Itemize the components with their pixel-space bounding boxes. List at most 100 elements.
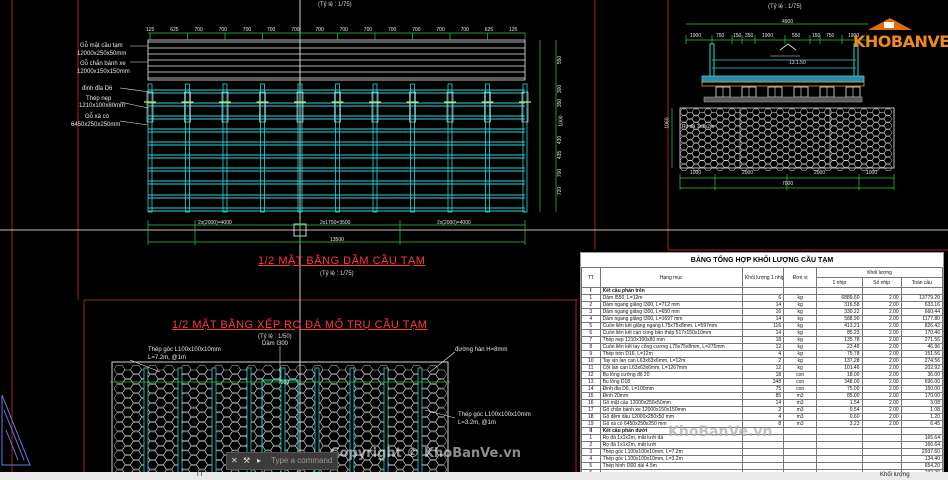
table-cell: 2.00 <box>861 399 902 407</box>
table-cell: 3 <box>581 308 601 316</box>
table-cell: 17 <box>581 406 601 414</box>
gabion-mesh-cell <box>883 122 893 130</box>
table-cell: 2.00 <box>861 378 902 386</box>
table-cell <box>861 427 902 435</box>
table-header-row: TT Hạng mục Khối lượng 1 nhịp Đơn vị Khố… <box>581 267 943 288</box>
command-line-bar[interactable]: ✕ ⚒ ▸ Type a command <box>226 452 338 470</box>
table-cell: 12 <box>741 364 785 372</box>
plan-top-dim-13: 700 <box>460 27 469 33</box>
col-tt: TT <box>581 267 601 288</box>
table-cell: 19 <box>581 420 601 428</box>
table-cell: 2.00 <box>861 371 902 379</box>
table-cell <box>783 462 818 470</box>
table-cell: 1.54 <box>816 399 863 407</box>
table-cell: 6 <box>581 329 601 337</box>
command-input[interactable]: Type a command <box>271 456 332 465</box>
plan-top-dim-9: 700 <box>363 27 373 33</box>
table-cell: 2.00 <box>861 308 902 316</box>
table-cell: 85.23 <box>816 329 863 337</box>
section-left-dim: 1060 <box>664 117 671 129</box>
table-cell: 116 <box>741 322 785 330</box>
plan-label-4: đinh đỉa D6 <box>82 86 113 92</box>
table-row: 12 Bu lông cường độ 20 18 con 18.00 2.00 36.00 <box>581 371 943 379</box>
quantity-summary-table: BẢNG TỔNG HỢP KHỐI LƯỢNG CẦU TẠM TT Hạng… <box>580 252 944 480</box>
table-cell: 18.00 <box>816 371 863 379</box>
table-cell: 3 <box>581 448 601 456</box>
gabion-mesh-cell <box>883 129 893 137</box>
table-cell: 85 <box>741 392 785 400</box>
bottom-table-strip: TT Khối lượng <box>0 472 948 480</box>
gabion-mesh-cell <box>883 108 893 116</box>
table-cell: 4 <box>741 413 785 421</box>
table-cell: Tay vịn lan can L63x63x6mm, L=12m <box>599 357 743 365</box>
table-cell: Dầm ngang giằng I300, L=1697 mm <box>599 315 743 323</box>
section-marker-triangle <box>1 394 31 466</box>
table-cell: con <box>783 378 818 386</box>
col-one-span: 1 nhịp <box>816 277 863 288</box>
table-cell: kg <box>783 301 818 309</box>
plan-scale: (Tỷ lệ : 1/75) <box>320 271 354 277</box>
gabion-plan-mesh-cell <box>435 379 448 389</box>
table-title: BẢNG TỔNG HỢP KHỐI LƯỢNG CẦU TẠM <box>690 257 834 264</box>
table-cell: 5 <box>581 462 601 470</box>
table-cell: 8 <box>581 343 601 351</box>
table-cell: Cuốn liên kết giằng ngang L75x75x8mm, L=… <box>599 322 743 330</box>
table-cell: Cuốn liên kết tay công cương L75x75x8mm,… <box>599 343 743 351</box>
section-dim-2: 150 <box>733 33 742 39</box>
table-cell: 4 <box>581 315 601 323</box>
section-top-dim: 4900 <box>782 19 794 25</box>
table-cell: m3 <box>783 399 818 407</box>
table-cell: 0.60 <box>816 413 863 421</box>
section-total-dim: 7000 <box>782 181 794 187</box>
table-cell: 348.00 <box>816 378 863 386</box>
table-cell: 6 <box>741 294 785 302</box>
plan-label-1: 12000x250x50mm <box>77 51 127 57</box>
table-cell: m3 <box>783 406 818 414</box>
table-cell: kg <box>783 322 818 330</box>
table-cell: Gỗ mặt cầu 12000x250x50mm <box>599 399 743 407</box>
table-cell: kg <box>783 364 818 372</box>
plan-right-dim-0: 550 <box>557 55 564 65</box>
gabion-plan-mesh-cell <box>435 426 448 436</box>
table-row: 7 Thép nẹp 1210x100x80 mm 18 kg 135.78 2.00 27… <box>581 336 943 344</box>
deck-timber <box>701 81 865 87</box>
table-cell: 4 <box>741 350 785 358</box>
table-cell: Thép nẹp 1210x100x80 mm <box>599 336 743 344</box>
table-cell: 2937.60 <box>900 448 943 456</box>
wrench-icon[interactable]: ⚒ <box>243 456 250 465</box>
table-cell <box>861 448 902 456</box>
plan-right-dim-4: 430 <box>557 135 564 145</box>
table-cell: Thép góc L100x100x10mm, L=3.2m <box>599 455 743 463</box>
plan-top-dim-3: 700 <box>218 27 227 33</box>
steel-angle-bar <box>177 367 183 477</box>
table-cell <box>741 441 785 449</box>
table-cell: 2.00 <box>861 301 902 309</box>
gabion-label-beam: Dầm I300 <box>262 341 289 347</box>
table-cell: 150.00 <box>900 385 943 393</box>
table-cell: kg <box>783 329 818 337</box>
table-cell: 7 <box>581 336 601 344</box>
table-cell: 135.78 <box>816 336 863 344</box>
table-cell: Dầm ngang giằng I300, L=712 mm <box>599 301 743 309</box>
table-cell: 2.00 <box>861 336 902 344</box>
watermark-copyright: Copyright © KhoBanVe.vn <box>330 446 521 461</box>
table-cell <box>900 427 943 435</box>
table-cell: 696.00 <box>900 378 943 386</box>
col-per-span: Khối lượng 1 nhịp <box>741 267 785 288</box>
table-cell: 5 <box>581 322 601 330</box>
col-total: Toàn cầu <box>900 277 943 288</box>
plan-bottom-dim-3: 2x(2000)=4000 <box>437 220 471 226</box>
plan-right-dim-7: 720 <box>557 186 564 196</box>
command-prompt-icon: ▸ <box>257 456 262 465</box>
table-cell: 2 <box>741 357 785 365</box>
table-cell <box>783 434 818 442</box>
table-cell: 14 <box>741 315 785 323</box>
table-cell <box>816 462 863 470</box>
table-row: 3 Dầm ngang giằng I300, L=650 mm 16 kg 330.2… <box>581 308 943 316</box>
plan-label-2: Gỗ chắn bánh xe <box>80 61 126 67</box>
table-cell <box>816 441 863 449</box>
close-icon[interactable]: ✕ <box>231 456 238 465</box>
section-bottom-dim-2: 2000 <box>814 170 826 176</box>
plan-top-dim-2: 700 <box>194 27 203 33</box>
table-cell <box>783 287 818 295</box>
